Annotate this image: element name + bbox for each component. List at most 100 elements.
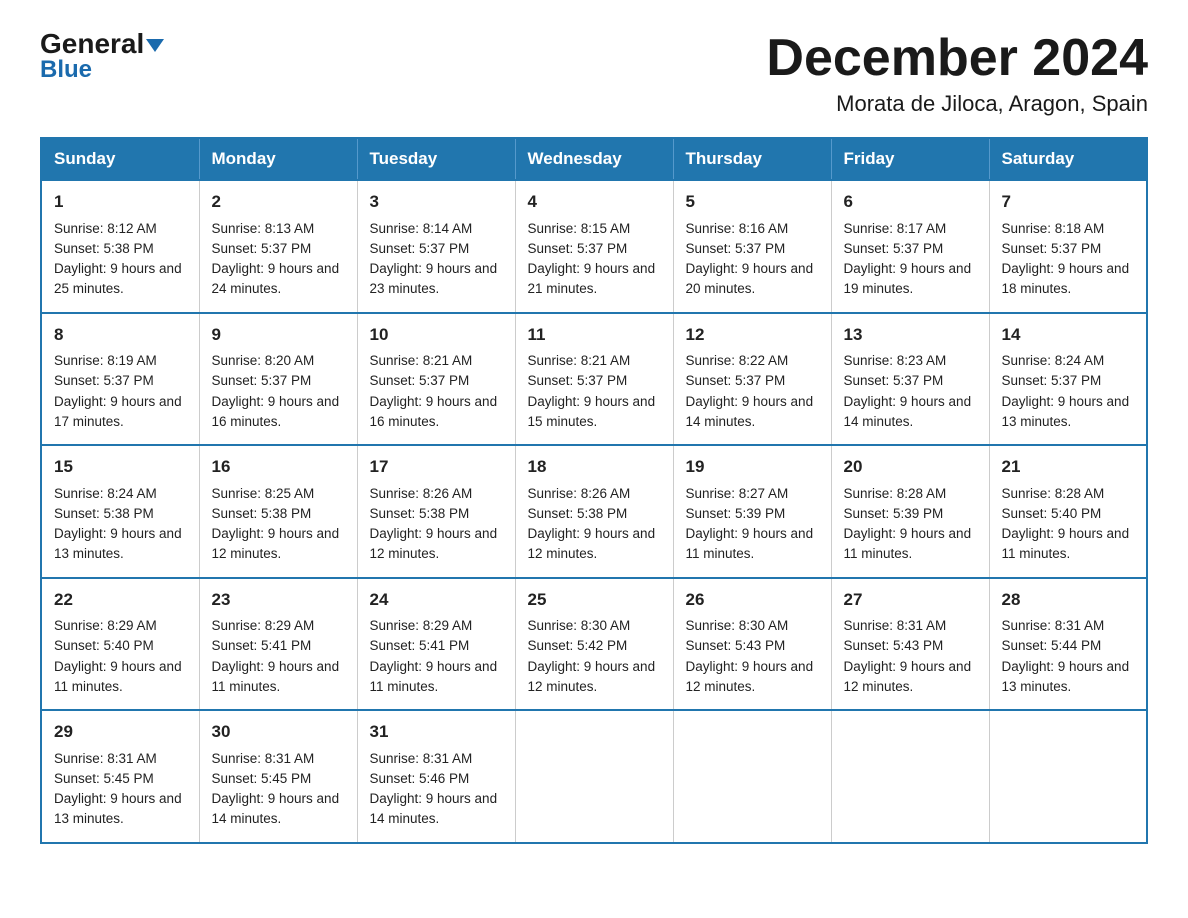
- sunrise-label: Sunrise: 8:31 AM: [370, 751, 473, 766]
- sunrise-label: Sunrise: 8:18 AM: [1002, 221, 1105, 236]
- calendar-cell: 7 Sunrise: 8:18 AM Sunset: 5:37 PM Dayli…: [989, 180, 1147, 313]
- calendar-cell: 14 Sunrise: 8:24 AM Sunset: 5:37 PM Dayl…: [989, 313, 1147, 446]
- logo-blue: Blue: [40, 56, 92, 84]
- calendar-cell: [515, 710, 673, 843]
- sunset-label: Sunset: 5:39 PM: [844, 506, 944, 521]
- calendar-week-row: 15 Sunrise: 8:24 AM Sunset: 5:38 PM Dayl…: [41, 445, 1147, 578]
- calendar-table: Sunday Monday Tuesday Wednesday Thursday…: [40, 137, 1148, 844]
- daylight-label: Daylight: 9 hours and 25 minutes.: [54, 261, 182, 296]
- day-number: 23: [212, 587, 345, 613]
- calendar-cell: [989, 710, 1147, 843]
- sunrise-label: Sunrise: 8:21 AM: [370, 353, 473, 368]
- sunrise-label: Sunrise: 8:31 AM: [54, 751, 157, 766]
- sunset-label: Sunset: 5:39 PM: [686, 506, 786, 521]
- day-number: 22: [54, 587, 187, 613]
- sunrise-label: Sunrise: 8:30 AM: [686, 618, 789, 633]
- daylight-label: Daylight: 9 hours and 23 minutes.: [370, 261, 498, 296]
- sunset-label: Sunset: 5:37 PM: [844, 241, 944, 256]
- day-number: 12: [686, 322, 819, 348]
- calendar-cell: 4 Sunrise: 8:15 AM Sunset: 5:37 PM Dayli…: [515, 180, 673, 313]
- daylight-label: Daylight: 9 hours and 11 minutes.: [212, 659, 340, 694]
- sunrise-label: Sunrise: 8:25 AM: [212, 486, 315, 501]
- sunrise-label: Sunrise: 8:21 AM: [528, 353, 631, 368]
- day-number: 27: [844, 587, 977, 613]
- calendar-week-row: 8 Sunrise: 8:19 AM Sunset: 5:37 PM Dayli…: [41, 313, 1147, 446]
- col-tuesday: Tuesday: [357, 138, 515, 180]
- sunset-label: Sunset: 5:45 PM: [212, 771, 312, 786]
- day-number: 8: [54, 322, 187, 348]
- calendar-cell: 27 Sunrise: 8:31 AM Sunset: 5:43 PM Dayl…: [831, 578, 989, 711]
- daylight-label: Daylight: 9 hours and 20 minutes.: [686, 261, 814, 296]
- calendar-cell: 1 Sunrise: 8:12 AM Sunset: 5:38 PM Dayli…: [41, 180, 199, 313]
- daylight-label: Daylight: 9 hours and 19 minutes.: [844, 261, 972, 296]
- sunset-label: Sunset: 5:41 PM: [370, 638, 470, 653]
- calendar-cell: [673, 710, 831, 843]
- day-number: 14: [1002, 322, 1135, 348]
- daylight-label: Daylight: 9 hours and 14 minutes.: [686, 394, 814, 429]
- sunrise-label: Sunrise: 8:12 AM: [54, 221, 157, 236]
- day-number: 19: [686, 454, 819, 480]
- calendar-cell: 12 Sunrise: 8:22 AM Sunset: 5:37 PM Dayl…: [673, 313, 831, 446]
- daylight-label: Daylight: 9 hours and 13 minutes.: [1002, 394, 1130, 429]
- calendar-cell: 8 Sunrise: 8:19 AM Sunset: 5:37 PM Dayli…: [41, 313, 199, 446]
- daylight-label: Daylight: 9 hours and 14 minutes.: [370, 791, 498, 826]
- sunset-label: Sunset: 5:38 PM: [370, 506, 470, 521]
- daylight-label: Daylight: 9 hours and 12 minutes.: [528, 526, 656, 561]
- sunset-label: Sunset: 5:38 PM: [54, 241, 154, 256]
- daylight-label: Daylight: 9 hours and 14 minutes.: [844, 394, 972, 429]
- day-number: 2: [212, 189, 345, 215]
- calendar-cell: 31 Sunrise: 8:31 AM Sunset: 5:46 PM Dayl…: [357, 710, 515, 843]
- day-number: 18: [528, 454, 661, 480]
- col-wednesday: Wednesday: [515, 138, 673, 180]
- daylight-label: Daylight: 9 hours and 11 minutes.: [686, 526, 814, 561]
- sunset-label: Sunset: 5:37 PM: [686, 241, 786, 256]
- sunset-label: Sunset: 5:43 PM: [844, 638, 944, 653]
- daylight-label: Daylight: 9 hours and 13 minutes.: [54, 526, 182, 561]
- sunset-label: Sunset: 5:38 PM: [212, 506, 312, 521]
- day-number: 24: [370, 587, 503, 613]
- calendar-week-row: 1 Sunrise: 8:12 AM Sunset: 5:38 PM Dayli…: [41, 180, 1147, 313]
- sunrise-label: Sunrise: 8:29 AM: [212, 618, 315, 633]
- day-number: 31: [370, 719, 503, 745]
- calendar-cell: 3 Sunrise: 8:14 AM Sunset: 5:37 PM Dayli…: [357, 180, 515, 313]
- daylight-label: Daylight: 9 hours and 12 minutes.: [212, 526, 340, 561]
- sunrise-label: Sunrise: 8:24 AM: [54, 486, 157, 501]
- day-number: 4: [528, 189, 661, 215]
- calendar-header-row: Sunday Monday Tuesday Wednesday Thursday…: [41, 138, 1147, 180]
- sunrise-label: Sunrise: 8:15 AM: [528, 221, 631, 236]
- daylight-label: Daylight: 9 hours and 11 minutes.: [1002, 526, 1130, 561]
- sunset-label: Sunset: 5:40 PM: [1002, 506, 1102, 521]
- sunset-label: Sunset: 5:40 PM: [54, 638, 154, 653]
- sunrise-label: Sunrise: 8:13 AM: [212, 221, 315, 236]
- daylight-label: Daylight: 9 hours and 11 minutes.: [370, 659, 498, 694]
- calendar-cell: 22 Sunrise: 8:29 AM Sunset: 5:40 PM Dayl…: [41, 578, 199, 711]
- month-title: December 2024: [766, 30, 1148, 87]
- day-number: 7: [1002, 189, 1135, 215]
- daylight-label: Daylight: 9 hours and 24 minutes.: [212, 261, 340, 296]
- sunset-label: Sunset: 5:37 PM: [370, 373, 470, 388]
- day-number: 26: [686, 587, 819, 613]
- sunrise-label: Sunrise: 8:16 AM: [686, 221, 789, 236]
- sunset-label: Sunset: 5:37 PM: [54, 373, 154, 388]
- location: Morata de Jiloca, Aragon, Spain: [766, 91, 1148, 117]
- sunset-label: Sunset: 5:38 PM: [54, 506, 154, 521]
- daylight-label: Daylight: 9 hours and 12 minutes.: [528, 659, 656, 694]
- sunrise-label: Sunrise: 8:31 AM: [1002, 618, 1105, 633]
- daylight-label: Daylight: 9 hours and 17 minutes.: [54, 394, 182, 429]
- day-number: 15: [54, 454, 187, 480]
- daylight-label: Daylight: 9 hours and 12 minutes.: [686, 659, 814, 694]
- calendar-cell: 17 Sunrise: 8:26 AM Sunset: 5:38 PM Dayl…: [357, 445, 515, 578]
- sunrise-label: Sunrise: 8:19 AM: [54, 353, 157, 368]
- col-friday: Friday: [831, 138, 989, 180]
- day-number: 20: [844, 454, 977, 480]
- calendar-cell: 6 Sunrise: 8:17 AM Sunset: 5:37 PM Dayli…: [831, 180, 989, 313]
- daylight-label: Daylight: 9 hours and 18 minutes.: [1002, 261, 1130, 296]
- calendar-cell: 30 Sunrise: 8:31 AM Sunset: 5:45 PM Dayl…: [199, 710, 357, 843]
- sunrise-label: Sunrise: 8:29 AM: [54, 618, 157, 633]
- sunrise-label: Sunrise: 8:26 AM: [528, 486, 631, 501]
- sunset-label: Sunset: 5:44 PM: [1002, 638, 1102, 653]
- sunrise-label: Sunrise: 8:28 AM: [1002, 486, 1105, 501]
- calendar-cell: 11 Sunrise: 8:21 AM Sunset: 5:37 PM Dayl…: [515, 313, 673, 446]
- sunset-label: Sunset: 5:37 PM: [528, 241, 628, 256]
- sunrise-label: Sunrise: 8:14 AM: [370, 221, 473, 236]
